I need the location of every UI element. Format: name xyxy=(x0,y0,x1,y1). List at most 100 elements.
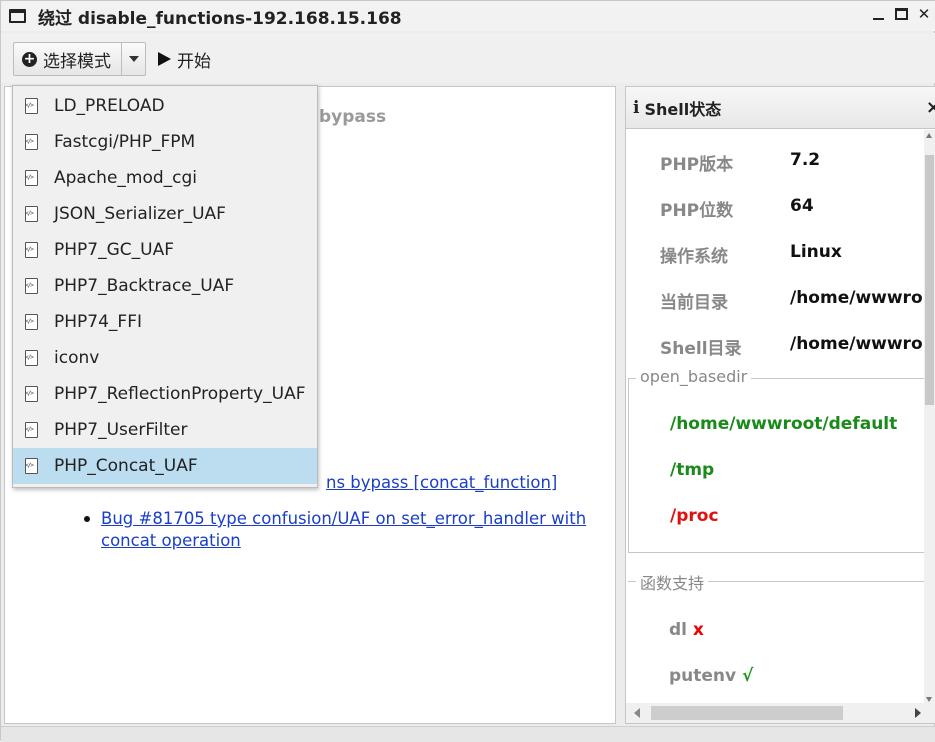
function-name: putenv xyxy=(669,666,737,686)
basedir-path: /home/wwwroot/default xyxy=(670,414,898,434)
supported-mark: √ xyxy=(742,666,754,686)
select-mode-dropdown-toggle[interactable] xyxy=(121,43,145,75)
mode-option-label: PHP_Concat_UAF xyxy=(54,456,198,476)
mode-option[interactable]: PHP7_Backtrace_UAF xyxy=(13,268,317,304)
open-basedir-legend: open_basedir xyxy=(636,367,752,386)
code-file-icon xyxy=(25,98,38,114)
function-name: dl xyxy=(669,620,687,640)
code-file-icon xyxy=(25,422,38,438)
mode-option-label: PHP7_Backtrace_UAF xyxy=(54,276,235,296)
window-icon xyxy=(9,9,26,23)
mode-option[interactable]: PHP_Concat_UAF xyxy=(13,448,317,484)
toolbar: + 选择模式 开始 xyxy=(1,33,935,83)
mode-option-label: PHP7_GC_UAF xyxy=(54,240,174,260)
mode-option[interactable]: PHP7_UserFilter xyxy=(13,412,317,448)
caret-down-icon xyxy=(128,56,139,62)
code-file-icon xyxy=(25,458,38,474)
info-label: 操作系统 xyxy=(660,247,728,267)
mode-option[interactable]: LD_PRELOAD xyxy=(13,88,317,124)
mode-option-label: JSON_Serializer_UAF xyxy=(54,204,226,224)
content-heading: bypass xyxy=(319,107,387,127)
info-row-current-dir: 当前目录 /home/wwwro xyxy=(660,288,923,313)
window-controls: ✕ xyxy=(870,5,932,23)
info-value: Linux xyxy=(790,242,842,262)
mode-option-label: PHP7_UserFilter xyxy=(54,420,188,440)
close-icon: ✕ xyxy=(917,5,931,23)
code-file-icon xyxy=(25,206,38,222)
unsupported-mark: x xyxy=(692,620,704,640)
code-file-icon xyxy=(25,278,38,294)
mode-option-label: Apache_mod_cgi xyxy=(54,168,198,188)
scroll-down-icon[interactable] xyxy=(926,697,932,702)
mode-dropdown-menu: LD_PRELOAD Fastcgi/PHP_FPM Apache_mod_cgi J… xyxy=(12,85,318,488)
mode-option-label: iconv xyxy=(54,348,100,368)
shell-status-body: PHP版本 7.2 PHP位数 64 操作系统 Linux 当前目录 /home… xyxy=(626,130,926,705)
mode-option[interactable]: iconv xyxy=(13,340,317,376)
basedir-path: /proc xyxy=(670,506,719,526)
play-icon xyxy=(158,52,171,66)
info-label: Shell目录 xyxy=(660,339,742,359)
mode-option[interactable]: Apache_mod_cgi xyxy=(13,160,317,196)
shell-status-panel: i Shell状态 × PHP版本 7.2 PHP位数 64 操作系统 Linu… xyxy=(625,86,935,724)
start-label: 开始 xyxy=(177,51,211,72)
list-item: Bug #81705 type confusion/UAF on set_err… xyxy=(81,508,601,552)
mode-option[interactable]: PHP7_ReflectionProperty_UAF xyxy=(13,376,317,412)
code-file-icon xyxy=(25,314,38,330)
info-label: PHP版本 xyxy=(660,155,734,175)
info-row-os: 操作系统 Linux xyxy=(660,242,842,267)
code-file-icon xyxy=(25,350,38,366)
maximize-icon xyxy=(894,8,908,20)
select-mode-label: 选择模式 xyxy=(43,51,111,72)
scroll-left-icon[interactable] xyxy=(634,708,640,718)
maximize-button[interactable] xyxy=(893,6,909,22)
functions-legend: 函数支持 xyxy=(636,570,709,594)
scroll-up-icon[interactable] xyxy=(926,133,932,138)
scroll-thumb[interactable] xyxy=(925,155,934,405)
info-value: /home/wwwro xyxy=(790,334,923,354)
info-value: /home/wwwro xyxy=(790,288,923,308)
info-row-php-bits: PHP位数 64 xyxy=(660,196,814,221)
minimize-button[interactable] xyxy=(870,6,886,22)
info-label: 当前目录 xyxy=(660,293,728,313)
mode-option-label: Fastcgi/PHP_FPM xyxy=(54,132,196,152)
window: 绕过 disable_functions-192.168.15.168 ✕ + … xyxy=(0,0,935,742)
info-label: PHP位数 xyxy=(660,201,734,221)
vertical-scrollbar[interactable] xyxy=(924,130,935,705)
info-row-shell-dir: Shell目录 /home/wwwro xyxy=(660,334,923,359)
scroll-right-icon[interactable] xyxy=(915,708,921,718)
divider xyxy=(628,378,629,553)
status-bar xyxy=(1,726,935,742)
info-value: 7.2 xyxy=(790,150,821,170)
code-file-icon xyxy=(25,170,38,186)
title-bar: 绕过 disable_functions-192.168.15.168 ✕ xyxy=(1,1,935,31)
code-file-icon xyxy=(25,134,38,150)
start-button[interactable]: 开始 xyxy=(158,42,211,76)
function-dl: dl x xyxy=(669,620,704,640)
mode-option[interactable]: Fastcgi/PHP_FPM xyxy=(13,124,317,160)
mode-option[interactable]: PHP74_FFI xyxy=(13,304,317,340)
mode-option-label: PHP7_ReflectionProperty_UAF xyxy=(54,384,306,404)
panel-close-button[interactable]: × xyxy=(926,97,935,118)
basedir-path: /tmp xyxy=(670,460,715,480)
mode-option-label: PHP74_FFI xyxy=(54,312,142,332)
plus-circle-icon: + xyxy=(22,50,37,67)
mode-option-label: LD_PRELOAD xyxy=(54,96,165,116)
info-icon: i xyxy=(633,97,640,118)
minimize-icon xyxy=(872,18,884,20)
divider xyxy=(628,552,926,553)
select-mode-button[interactable]: + 选择模式 xyxy=(13,42,146,76)
info-value: 64 xyxy=(790,196,814,216)
window-title: 绕过 disable_functions-192.168.15.168 xyxy=(38,8,402,29)
mode-option[interactable]: JSON_Serializer_UAF xyxy=(13,196,317,232)
scroll-thumb[interactable] xyxy=(651,706,843,720)
select-mode-main[interactable]: + 选择模式 xyxy=(14,43,121,75)
reference-link-concat-function[interactable]: ns bypass [concat_function] xyxy=(326,473,557,492)
horizontal-scrollbar[interactable] xyxy=(626,703,935,723)
bullet xyxy=(84,516,90,522)
mode-option[interactable]: PHP7_GC_UAF xyxy=(13,232,317,268)
shell-status-title: Shell状态 xyxy=(644,99,722,119)
close-button[interactable]: ✕ xyxy=(916,5,932,23)
code-file-icon xyxy=(25,242,38,258)
reference-link-bug-81705[interactable]: Bug #81705 type confusion/UAF on set_err… xyxy=(101,509,586,550)
shell-status-header: i Shell状态 × xyxy=(626,87,935,129)
